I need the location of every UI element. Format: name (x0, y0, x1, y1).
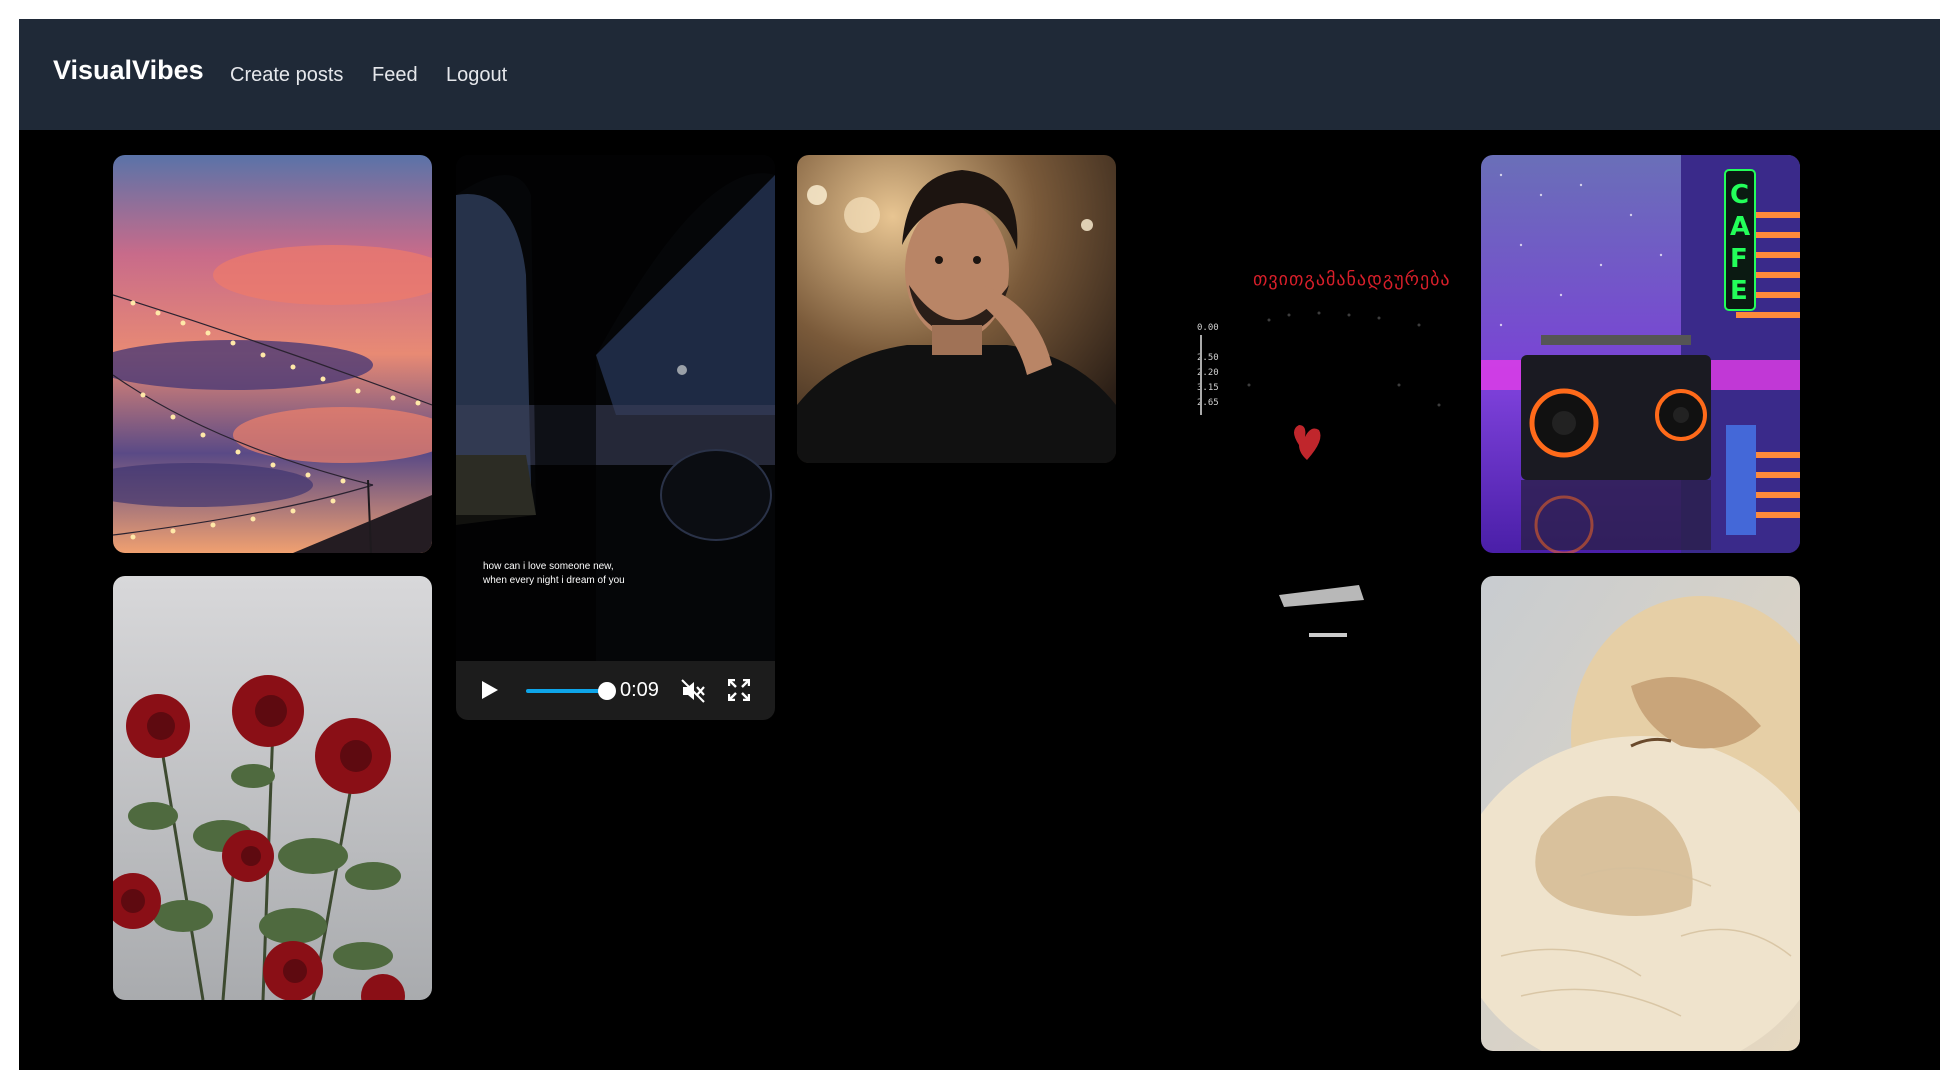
video-caption-line-1: how can i love someone new, (483, 561, 614, 572)
svg-text:A: A (1730, 212, 1750, 242)
post-image-portrait[interactable] (797, 155, 1116, 463)
nav-logout[interactable]: Logout (446, 64, 507, 87)
red-roses-photo-icon (113, 576, 432, 1000)
post-image-sunset[interactable] (113, 155, 432, 553)
play-icon[interactable] (478, 679, 500, 701)
nav-feed[interactable]: Feed (372, 64, 418, 87)
sleeping-golden-retriever-photo-icon (1481, 576, 1800, 1051)
post-image-neon-cafe[interactable]: CAFE (1481, 155, 1800, 553)
sunset-string-lights-photo-icon (113, 155, 432, 553)
neon-sign-text: თვითგამანადგურება (1253, 269, 1451, 290)
muted-speaker-icon[interactable] (680, 678, 706, 704)
app-frame: VisualVibes Create posts Feed Logout how… (19, 19, 1940, 1070)
nav-create-posts[interactable]: Create posts (230, 64, 343, 87)
neon-cafe-boombox-photo-icon: CAFE (1481, 155, 1800, 553)
portrait-photo-icon (797, 155, 1116, 463)
brand-logo[interactable]: VisualVibes (53, 55, 204, 86)
video-controls: 0:09 (456, 661, 775, 720)
video-progress-bar[interactable] (526, 689, 608, 693)
navbar: VisualVibes Create posts Feed Logout (19, 19, 1940, 130)
video-caption: how can i love someone new, when every n… (483, 560, 625, 588)
post-image-dog[interactable] (1481, 576, 1800, 1051)
svg-text:E: E (1730, 276, 1748, 306)
video-progress-thumb[interactable] (598, 682, 616, 700)
post-image-dark-neon[interactable]: 0.00 2.50 2.20 3.15 2.65 თვითგამანადგურე… (1139, 155, 1458, 720)
dark-neon-heart-photo-icon: 0.00 2.50 2.20 3.15 2.65 (1139, 155, 1458, 720)
fullscreen-icon[interactable] (728, 679, 750, 701)
svg-text:C: C (1730, 180, 1749, 210)
video-caption-line-2: when every night i dream of you (483, 575, 625, 586)
post-image-roses[interactable] (113, 576, 432, 1000)
post-video[interactable]: how can i love someone new, when every n… (456, 155, 775, 720)
svg-text:0.00: 0.00 (1197, 323, 1219, 333)
video-time: 0:09 (620, 679, 659, 701)
svg-text:F: F (1730, 244, 1748, 274)
